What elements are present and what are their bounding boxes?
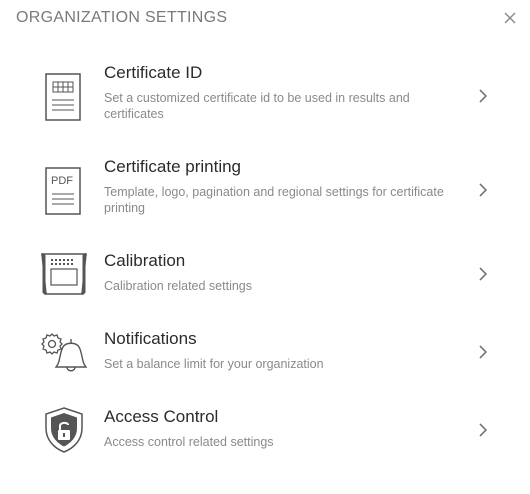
settings-item-title: Access Control <box>104 407 219 426</box>
chevron-right-icon <box>476 342 490 362</box>
settings-item-title: Calibration <box>104 251 186 270</box>
settings-item-calibration[interactable]: Calibration Calibration related settings <box>0 250 530 330</box>
settings-item-certificate-printing[interactable]: PDF Certificate printing Template, logo,… <box>0 156 530 236</box>
settings-item-description: Calibration related settings <box>104 279 252 293</box>
certificate-id-icon <box>36 68 92 128</box>
settings-item-description: Set a customized certificate id to be us… <box>104 91 410 121</box>
bell-gear-icon <box>36 326 92 386</box>
chevron-right-icon <box>476 420 490 440</box>
organization-settings-panel: ORGANIZATION SETTINGS Certificate ID Set… <box>0 0 530 494</box>
settings-item-access-control[interactable]: Access Control Access control related se… <box>0 406 530 486</box>
settings-item-title: Certificate printing <box>104 157 242 176</box>
calibration-device-icon <box>36 248 92 308</box>
chevron-right-icon <box>476 264 490 284</box>
shield-lock-icon <box>36 404 92 464</box>
settings-item-certificate-id[interactable]: Certificate ID Set a customized certific… <box>0 62 530 142</box>
settings-item-description: Template, logo, pagination and regional … <box>104 185 444 215</box>
chevron-right-icon <box>476 180 490 200</box>
settings-item-description: Set a balance limit for your organizatio… <box>104 357 324 371</box>
pdf-label: PDF <box>51 175 73 187</box>
settings-item-title: Certificate ID <box>104 63 203 82</box>
settings-item-title: Notifications <box>104 329 197 348</box>
close-icon <box>504 12 516 24</box>
page-title: ORGANIZATION SETTINGS <box>16 9 228 26</box>
close-button[interactable] <box>500 8 520 28</box>
settings-item-notifications[interactable]: Notifications Set a balance limit for yo… <box>0 328 530 408</box>
settings-item-description: Access control related settings <box>104 435 274 449</box>
chevron-right-icon <box>476 86 490 106</box>
pdf-document-icon: PDF <box>36 162 92 222</box>
